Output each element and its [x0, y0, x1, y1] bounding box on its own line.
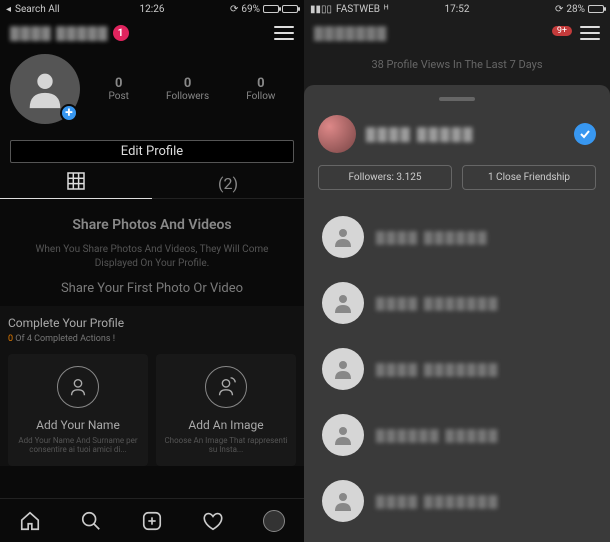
complete-card-name[interactable]: Add Your Name Add Your Name And Surname … — [8, 354, 148, 466]
nav-home-icon[interactable] — [10, 501, 50, 541]
phone-right-followers-sheet: ▮▮▯▯ FASTWEB ᴴ 17:52 ⟳ 28% ▓▓▓▓▓▓▓ 9+ 38… — [304, 0, 610, 542]
battery-icon — [263, 5, 279, 13]
sync-icon: ⟳ — [555, 4, 563, 15]
avatar-placeholder-icon — [322, 216, 364, 258]
share-title: Share Photos And Videos — [20, 217, 284, 233]
bottom-nav — [0, 498, 304, 542]
followers-button[interactable]: Followers: 3.125 — [318, 165, 452, 190]
stats-row: 0 Post 0 Followers 0 Follow — [80, 54, 294, 124]
bottom-sheet: ▓▓▓▓ ▓▓▓▓▓ Followers: 3.125 1 Close Frie… — [304, 85, 610, 542]
profile-summary: + 0 Post 0 Followers 0 Follow — [0, 48, 304, 128]
user-name: ▓▓▓▓ ▓▓▓▓▓▓ — [376, 230, 488, 244]
nav-activity-icon[interactable] — [193, 501, 233, 541]
status-time: 17:52 — [408, 4, 506, 15]
profile-tabs: (2) — [0, 169, 304, 199]
list-item[interactable]: ▓▓▓▓ ▓▓▓▓▓▓▓ — [318, 336, 596, 402]
list-item[interactable]: ▓▓▓▓ ▓▓▓▓▓▓▓ — [318, 270, 596, 336]
profile-views-label: 38 Profile Views In The Last 7 Days — [304, 48, 610, 85]
nav-search-icon[interactable] — [71, 501, 111, 541]
battery-pct: 28% — [566, 4, 585, 15]
battery-icon-2 — [282, 5, 298, 13]
nav-create-icon[interactable] — [132, 501, 172, 541]
battery-pct: 69% — [241, 4, 260, 15]
sheet-drag-handle[interactable] — [439, 97, 475, 101]
complete-profile-section: Complete Your Profile 0 Of 4 Completed A… — [0, 306, 304, 466]
profile-header: ▓▓▓▓ ▓▓▓▓▓ 1 — [0, 18, 304, 48]
avatar-placeholder-icon — [322, 282, 364, 324]
check-icon — [574, 123, 596, 145]
signal-bars-icon: ▮▮▯▯ — [310, 4, 332, 15]
avatar-container[interactable]: + — [10, 54, 80, 124]
camera-profile-icon — [205, 366, 247, 408]
share-first-link[interactable]: Share Your First Photo Or Video — [20, 281, 284, 296]
add-avatar-icon[interactable]: + — [60, 104, 78, 122]
grid-icon — [67, 172, 85, 194]
list-item[interactable]: ▓▓▓▓ ▓▓▓▓▓▓ — [318, 204, 596, 270]
username[interactable]: ▓▓▓▓ ▓▓▓▓▓ — [10, 25, 109, 41]
signal-icon: ◂ — [6, 4, 11, 15]
carrier: Search All — [15, 4, 60, 15]
tagged-count: (2) — [218, 174, 238, 193]
selected-user-name: ▓▓▓▓ ▓▓▓▓▓ — [366, 126, 564, 142]
user-name: ▓▓▓▓ ▓▓▓▓▓▓▓ — [376, 362, 499, 376]
status-bar: ◂ Search All 12:26 ⟳ 69% — [0, 0, 304, 18]
hamburger-menu-icon[interactable] — [580, 26, 600, 40]
share-description: When You Share Photos And Videos, They W… — [20, 243, 284, 271]
notification-badge[interactable]: 9+ — [552, 26, 572, 36]
username[interactable]: ▓▓▓▓▓▓▓ — [314, 25, 387, 41]
avatar — [318, 115, 356, 153]
list-item[interactable]: ▓▓▓▓ ▓▓▓▓▓▓▓ — [318, 468, 596, 534]
complete-card-image[interactable]: Add An Image Choose An Image That rappre… — [156, 354, 296, 466]
list-item[interactable]: ▓▓▓▓▓▓ ▓▓▓▓▓ — [318, 402, 596, 468]
network-icon: ᴴ — [384, 4, 388, 15]
avatar-placeholder-icon — [322, 414, 364, 456]
hamburger-menu-icon[interactable] — [274, 26, 294, 40]
close-friendship-button[interactable]: 1 Close Friendship — [462, 165, 596, 190]
carrier: FASTWEB — [336, 4, 380, 15]
tab-tagged[interactable]: (2) — [152, 174, 304, 193]
person-icon — [57, 366, 99, 408]
background-header: ▓▓▓▓▓▓▓ 9+ 38 Profile Views In The Last … — [304, 18, 610, 85]
user-name: ▓▓▓▓▓▓ ▓▓▓▓▓ — [376, 428, 499, 442]
notification-badge[interactable]: 1 — [113, 25, 129, 41]
nav-profile-icon[interactable] — [254, 501, 294, 541]
action-buttons: Followers: 3.125 1 Close Friendship — [318, 165, 596, 190]
avatar-placeholder-icon — [322, 348, 364, 390]
edit-profile-button[interactable]: Edit Profile — [10, 140, 294, 163]
complete-subtitle: 0 Of 4 Completed Actions ! — [8, 334, 296, 344]
tab-grid[interactable] — [0, 169, 152, 199]
status-bar: ▮▮▯▯ FASTWEB ᴴ 17:52 ⟳ 28% — [304, 0, 610, 18]
sync-icon: ⟳ — [230, 4, 238, 15]
selected-user-row[interactable]: ▓▓▓▓ ▓▓▓▓▓ — [318, 115, 596, 153]
status-time: 12:26 — [103, 4, 200, 15]
user-name: ▓▓▓▓ ▓▓▓▓▓▓▓ — [376, 494, 499, 508]
stat-followers[interactable]: 0 Followers — [166, 76, 209, 102]
stat-follow[interactable]: 0 Follow — [246, 76, 275, 102]
user-name: ▓▓▓▓ ▓▓▓▓▓▓▓ — [376, 296, 499, 310]
phone-left-profile: ◂ Search All 12:26 ⟳ 69% ▓▓▓▓ ▓▓▓▓▓ 1 + — [0, 0, 304, 542]
battery-icon — [588, 5, 604, 13]
complete-title: Complete Your Profile — [8, 316, 296, 330]
stat-posts[interactable]: 0 Post — [109, 76, 129, 102]
share-empty-state: Share Photos And Videos When You Share P… — [0, 199, 304, 306]
avatar-placeholder-icon — [322, 480, 364, 522]
